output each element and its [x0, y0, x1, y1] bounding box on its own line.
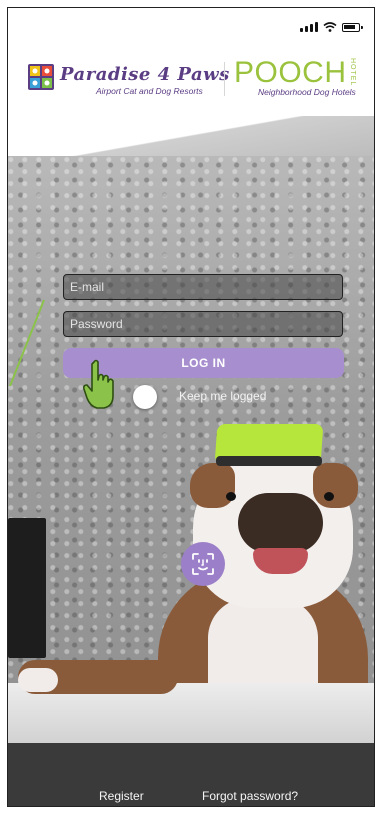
- dog-ear-right: [313, 463, 358, 508]
- battery-icon: [342, 22, 363, 32]
- pooch-hotel-badge: HOTEL: [349, 58, 356, 87]
- dog-paw-tip: [18, 668, 58, 692]
- paradise-4-paws-title: Paradise 4 Paws: [60, 64, 230, 85]
- pooch-subtitle: Neighborhood Dog Hotels: [258, 87, 356, 97]
- dog-chest: [208, 598, 318, 693]
- annotation-line: [9, 299, 45, 387]
- dog-ear-left: [190, 463, 235, 508]
- keep-logged-label: Keep me logged: [179, 389, 267, 403]
- background-monitor: [8, 518, 46, 658]
- dog-hat-band: [216, 456, 322, 466]
- dog-mouth: [253, 548, 308, 574]
- paw-logo-icon: [28, 64, 54, 90]
- register-link[interactable]: Register: [99, 789, 144, 803]
- counter-front: [8, 743, 374, 806]
- forgot-password-link[interactable]: Forgot password?: [202, 789, 298, 803]
- logo-divider: [224, 62, 225, 96]
- email-field[interactable]: [63, 274, 343, 300]
- hand-pointer-icon: [83, 359, 114, 409]
- signal-icon: [300, 22, 318, 32]
- dog-eye-right: [324, 492, 334, 501]
- paradise-4-paws-subtitle: Airport Cat and Dog Resorts: [96, 86, 203, 96]
- header-logos: Paradise 4 Paws Airport Cat and Dog Reso…: [8, 56, 374, 116]
- phone-screen: Paradise 4 Paws Airport Cat and Dog Reso…: [7, 7, 375, 807]
- face-id-button[interactable]: [181, 542, 225, 586]
- pooch-title: POOCH: [234, 56, 347, 89]
- face-id-icon: [192, 553, 214, 575]
- keep-logged-toggle[interactable]: [133, 385, 157, 409]
- password-field[interactable]: [63, 311, 343, 337]
- dog-eye-left: [226, 492, 236, 501]
- wifi-icon: [323, 22, 337, 32]
- dog-muzzle: [238, 493, 323, 553]
- status-bar: [300, 22, 363, 32]
